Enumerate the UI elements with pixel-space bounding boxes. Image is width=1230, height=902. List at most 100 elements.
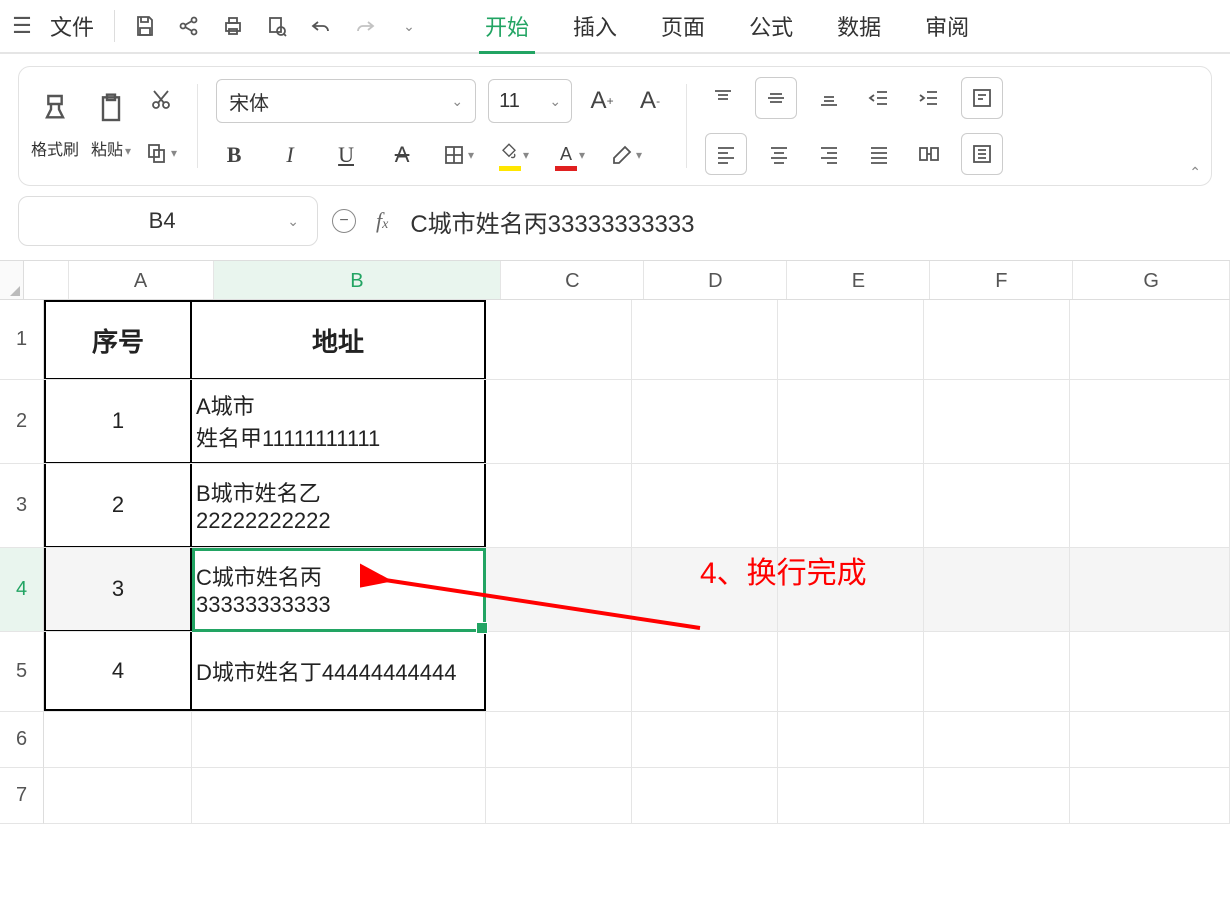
align-right-button[interactable] <box>811 136 847 172</box>
col-header-E[interactable]: E <box>787 261 930 299</box>
col-header-G[interactable]: G <box>1073 261 1230 299</box>
cell-B2[interactable]: A城市 姓名甲11111111111 <box>192 380 486 463</box>
cell-B1[interactable]: 地址 <box>192 300 486 379</box>
cell-A6[interactable] <box>44 712 192 767</box>
tab-formula[interactable]: 公式 <box>727 0 815 52</box>
spreadsheet-grid[interactable]: A B C D E F G 1 2 3 4 5 6 7 序号 地址 <box>0 260 1230 824</box>
cell-F4[interactable] <box>924 548 1070 631</box>
cell-B5[interactable]: D城市姓名丁44444444444 <box>192 632 486 711</box>
cell-E2[interactable] <box>778 380 924 463</box>
row-header-7[interactable]: 7 <box>0 768 44 824</box>
name-box[interactable]: B4 ⌄ <box>18 196 318 246</box>
orientation-button[interactable] <box>961 133 1003 175</box>
undo-icon[interactable] <box>301 6 341 46</box>
formula-bar-input[interactable]: C城市姓名丙33333333333 <box>402 204 1212 239</box>
cell-F3[interactable] <box>924 464 1070 547</box>
row-header-2[interactable]: 2 <box>0 380 44 464</box>
col-header-C[interactable]: C <box>501 261 644 299</box>
justify-button[interactable] <box>861 136 897 172</box>
decrease-font-button[interactable]: A- <box>632 83 668 119</box>
cell-E6[interactable] <box>778 712 924 767</box>
col-header-D[interactable]: D <box>644 261 787 299</box>
cell-D3[interactable] <box>632 464 778 547</box>
cell-D4[interactable] <box>632 548 778 631</box>
row-header-3[interactable]: 3 <box>0 464 44 548</box>
collapse-ribbon-icon[interactable]: ⌃ <box>1189 164 1201 181</box>
row-header-6[interactable]: 6 <box>0 712 44 768</box>
cell-A5[interactable]: 4 <box>44 632 192 711</box>
cell-F7[interactable] <box>924 768 1070 823</box>
cell-E1[interactable] <box>778 300 924 379</box>
share-icon[interactable] <box>169 6 209 46</box>
hamburger-icon[interactable]: ☰ <box>8 13 36 39</box>
cell-B7[interactable] <box>192 768 486 823</box>
save-icon[interactable] <box>125 6 165 46</box>
cell-E4[interactable] <box>778 548 924 631</box>
cell-G5[interactable] <box>1070 632 1230 711</box>
cell-F2[interactable] <box>924 380 1070 463</box>
cell-E5[interactable] <box>778 632 924 711</box>
cell-B3[interactable]: B城市姓名乙 22222222222 <box>192 464 486 547</box>
cell-F1[interactable] <box>924 300 1070 379</box>
italic-button[interactable]: I <box>272 137 308 173</box>
cell-C5[interactable] <box>486 632 632 711</box>
cell-E3[interactable] <box>778 464 924 547</box>
cell-G2[interactable] <box>1070 380 1230 463</box>
fill-color-button[interactable]: ▾ <box>496 137 532 173</box>
eraser-button[interactable]: ▾ <box>608 137 644 173</box>
tab-start[interactable]: 开始 <box>463 0 551 52</box>
cell-B6[interactable] <box>192 712 486 767</box>
cell-A7[interactable] <box>44 768 192 823</box>
cell-A1[interactable]: 序号 <box>44 300 192 379</box>
cell-D6[interactable] <box>632 712 778 767</box>
font-size-select[interactable]: 11 ⌄ <box>488 79 572 123</box>
tab-page[interactable]: 页面 <box>639 0 727 52</box>
print-preview-icon[interactable] <box>257 6 297 46</box>
align-bottom-button[interactable] <box>811 80 847 116</box>
row-header-4[interactable]: 4 <box>0 548 44 632</box>
cell-C2[interactable] <box>486 380 632 463</box>
cell-G3[interactable] <box>1070 464 1230 547</box>
file-menu[interactable]: 文件 <box>40 10 104 42</box>
cell-D7[interactable] <box>632 768 778 823</box>
align-middle-button[interactable] <box>755 77 797 119</box>
col-header-A[interactable]: A <box>69 261 214 299</box>
cell-G6[interactable] <box>1070 712 1230 767</box>
row-header-1[interactable]: 1 <box>0 300 44 380</box>
cell-C6[interactable] <box>486 712 632 767</box>
cell-F5[interactable] <box>924 632 1070 711</box>
cell-G4[interactable] <box>1070 548 1230 631</box>
cell-F6[interactable] <box>924 712 1070 767</box>
print-icon[interactable] <box>213 6 253 46</box>
col-header-F[interactable]: F <box>930 261 1073 299</box>
bold-button[interactable]: B <box>216 137 252 173</box>
tab-review[interactable]: 审阅 <box>903 0 991 52</box>
cell-C7[interactable] <box>486 768 632 823</box>
underline-button[interactable]: U <box>328 137 364 173</box>
col-header-B[interactable]: B <box>214 261 502 299</box>
cell-G1[interactable] <box>1070 300 1230 379</box>
cell-A3[interactable]: 2 <box>44 464 192 547</box>
fx-icon[interactable]: fx <box>376 208 388 234</box>
row-header-5[interactable]: 5 <box>0 632 44 712</box>
cell-D5[interactable] <box>632 632 778 711</box>
cell-A4[interactable]: 3 <box>44 548 192 631</box>
decrease-indent-button[interactable] <box>861 80 897 116</box>
merge-cells-button[interactable] <box>911 136 947 172</box>
increase-indent-button[interactable] <box>911 80 947 116</box>
cell-C1[interactable] <box>486 300 632 379</box>
cancel-formula-icon[interactable]: − <box>332 209 356 233</box>
cell-C4[interactable] <box>486 548 632 631</box>
tab-insert[interactable]: 插入 <box>551 0 639 52</box>
format-painter-button[interactable]: 格式刷 <box>31 92 79 160</box>
tab-data[interactable]: 数据 <box>815 0 903 52</box>
cell-D2[interactable] <box>632 380 778 463</box>
cut-icon[interactable] <box>143 81 179 117</box>
cell-C3[interactable] <box>486 464 632 547</box>
cell-E7[interactable] <box>778 768 924 823</box>
cell-D1[interactable] <box>632 300 778 379</box>
font-name-select[interactable]: 宋体 ⌄ <box>216 79 476 123</box>
cell-G7[interactable] <box>1070 768 1230 823</box>
align-top-button[interactable] <box>705 80 741 116</box>
font-color-button[interactable]: A▾ <box>552 137 588 173</box>
